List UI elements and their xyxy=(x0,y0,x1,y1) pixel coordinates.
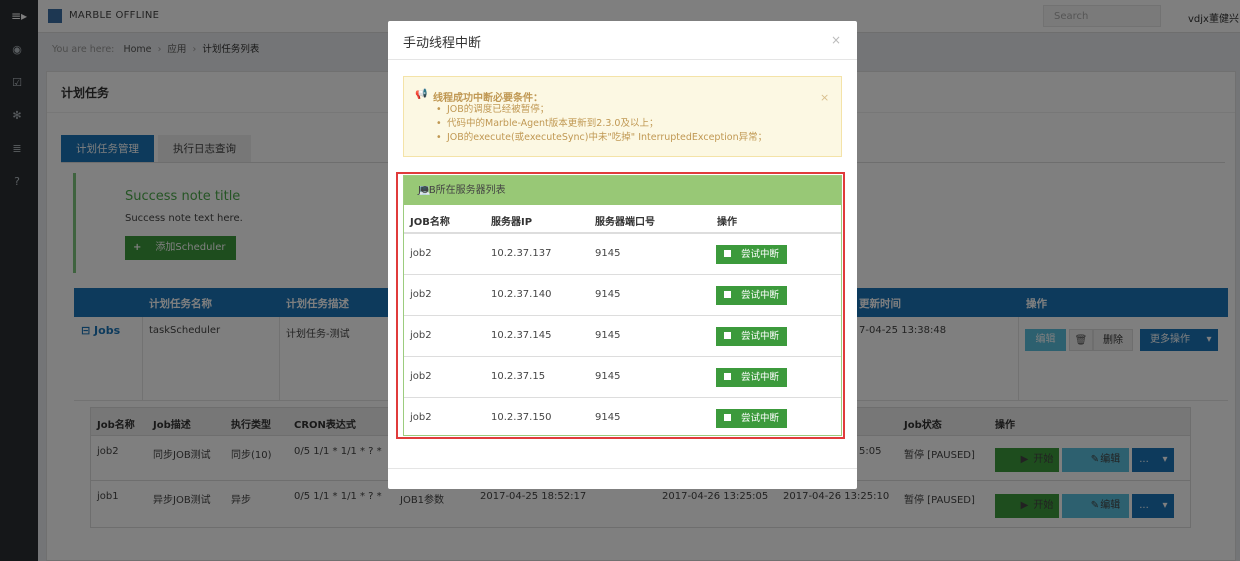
close-icon[interactable]: × xyxy=(820,91,829,104)
server-ip: 10.2.37.150 xyxy=(491,412,552,423)
try-interrupt-button[interactable]: 尝试中断 xyxy=(716,286,787,305)
megaphone-icon: 📢 xyxy=(415,89,428,100)
warning-item: JOB的调度已经被暂停； xyxy=(436,103,767,117)
server-ip: 10.2.37.137 xyxy=(491,248,552,259)
server-panel-title: JOB所在服务器列表 xyxy=(418,185,506,196)
stop-icon xyxy=(724,332,731,339)
close-icon[interactable]: × xyxy=(831,33,841,47)
table-row: job2 10.2.37.150 9145 尝试中断 xyxy=(404,398,841,439)
server-ip: 10.2.37.140 xyxy=(491,289,552,300)
stop-icon xyxy=(724,291,731,298)
warning-item: JOB的execute(或executeSync)中未"吃掉" Interrup… xyxy=(436,131,767,145)
table-row: job2 10.2.37.15 9145 尝试中断 xyxy=(404,357,841,398)
server-job: job2 xyxy=(410,371,432,382)
server-ip: 10.2.37.15 xyxy=(491,371,546,382)
server-job: job2 xyxy=(410,248,432,259)
try-interrupt-button[interactable]: 尝试中断 xyxy=(716,368,787,387)
interrupt-modal: 手动线程中断 × 📢 线程成功中断必要条件： JOB的调度已经被暂停； 代码中的… xyxy=(388,21,857,489)
warning-alert: 📢 线程成功中断必要条件： JOB的调度已经被暂停； 代码中的Marble-Ag… xyxy=(403,76,842,157)
try-interrupt-button[interactable]: 尝试中断 xyxy=(716,409,787,428)
table-row: job2 10.2.37.140 9145 尝试中断 xyxy=(404,275,841,316)
server-port: 9145 xyxy=(595,289,621,300)
try-interrupt-label: 尝试中断 xyxy=(741,290,780,301)
server-port: 9145 xyxy=(595,371,621,382)
col-server-port: 服务器端口号 xyxy=(595,217,655,228)
server-port: 9145 xyxy=(595,248,621,259)
stop-icon xyxy=(724,373,731,380)
divider xyxy=(388,468,857,469)
modal-title: 手动线程中断 xyxy=(403,36,482,51)
warning-title: 线程成功中断必要条件： xyxy=(433,93,543,104)
try-interrupt-label: 尝试中断 xyxy=(741,413,780,424)
warning-list: JOB的调度已经被暂停； 代码中的Marble-Agent版本更新到2.3.0及… xyxy=(436,103,767,145)
col-job-name: JOB名称 xyxy=(410,217,450,228)
stop-icon xyxy=(724,250,731,257)
table-row: job2 10.2.37.145 9145 尝试中断 xyxy=(404,316,841,357)
server-port: 9145 xyxy=(595,412,621,423)
server-ip: 10.2.37.145 xyxy=(491,330,552,341)
try-interrupt-button[interactable]: 尝试中断 xyxy=(716,245,787,264)
try-interrupt-button[interactable]: 尝试中断 xyxy=(716,327,787,346)
server-list-panel: 💻 JOB所在服务器列表 JOB名称 服务器IP 服务器端口号 操作 job2 1… xyxy=(403,175,842,436)
divider xyxy=(388,59,857,60)
col-server-ip: 服务器IP xyxy=(491,217,533,228)
try-interrupt-label: 尝试中断 xyxy=(741,372,780,383)
server-job: job2 xyxy=(410,330,432,341)
server-table-header: JOB名称 服务器IP 服务器端口号 操作 xyxy=(404,205,841,234)
warning-item: 代码中的Marble-Agent版本更新到2.3.0及以上； xyxy=(436,117,767,131)
col-server-action: 操作 xyxy=(717,217,737,228)
server-port: 9145 xyxy=(595,330,621,341)
table-row: job2 10.2.37.137 9145 尝试中断 xyxy=(404,234,841,275)
server-job: job2 xyxy=(410,412,432,423)
try-interrupt-label: 尝试中断 xyxy=(741,331,780,342)
server-job: job2 xyxy=(410,289,432,300)
try-interrupt-label: 尝试中断 xyxy=(741,249,780,260)
server-panel-header: 💻 JOB所在服务器列表 xyxy=(404,176,841,205)
stop-icon xyxy=(724,414,731,421)
